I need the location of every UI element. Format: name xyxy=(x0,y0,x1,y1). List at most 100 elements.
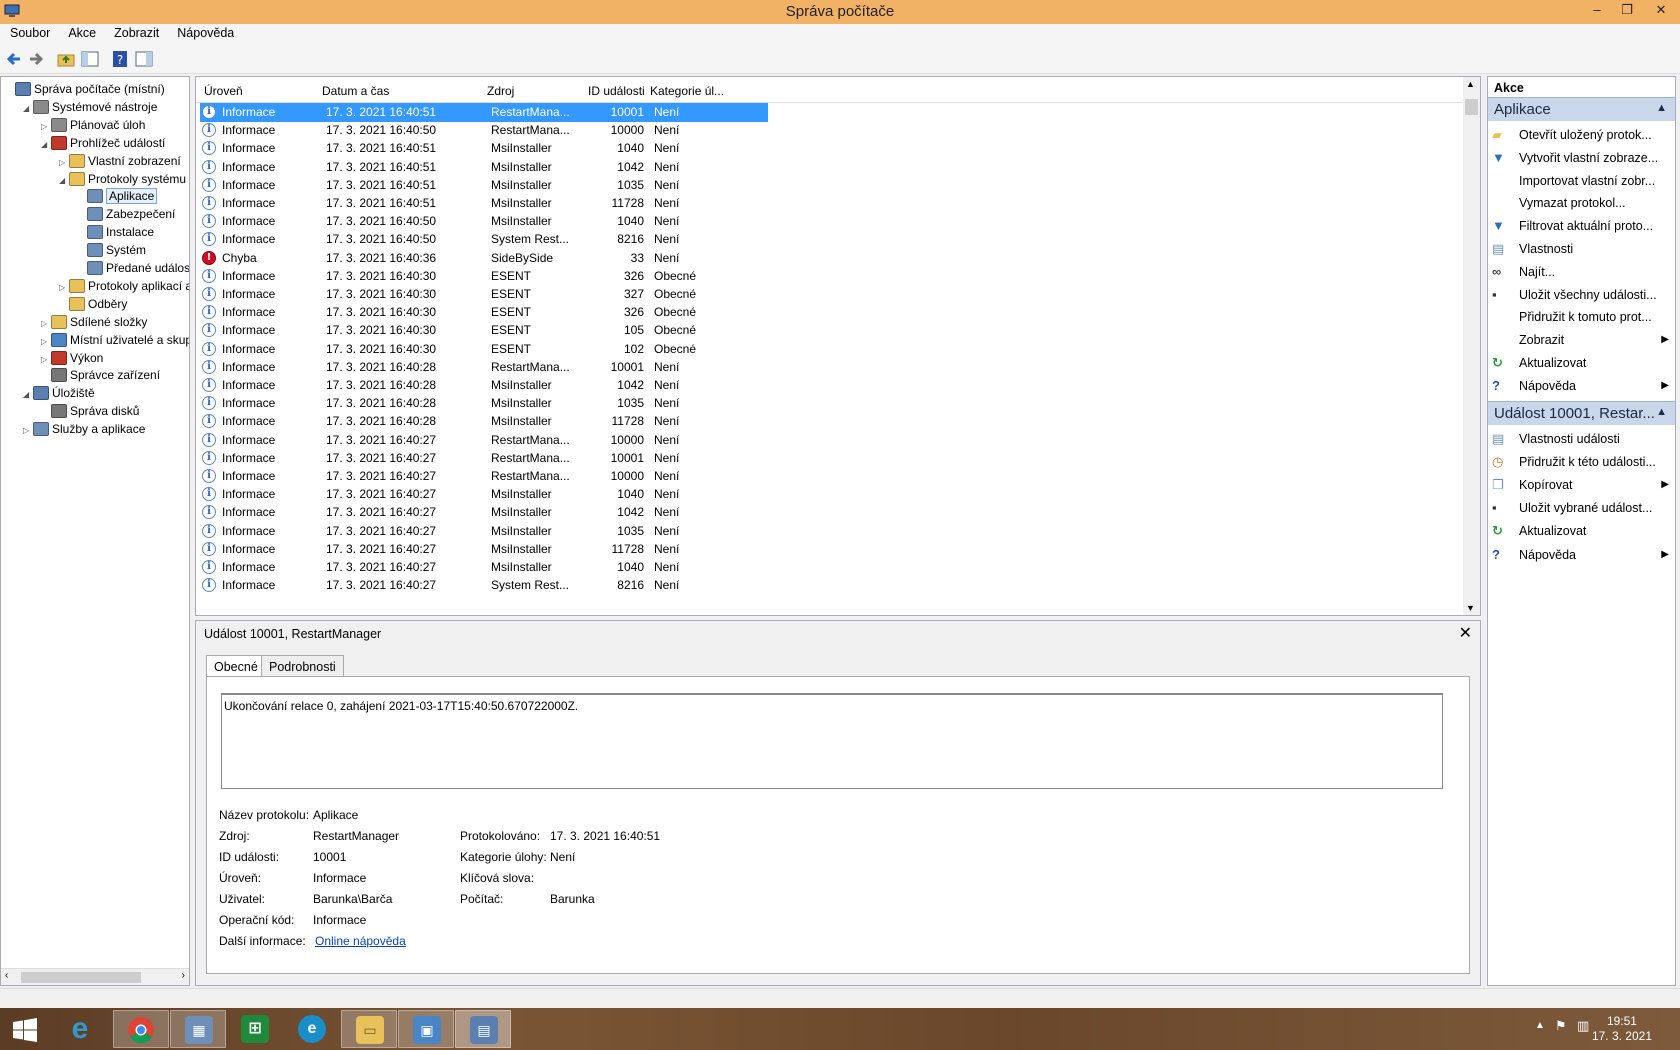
table-row[interactable]: i Informace 17. 3. 2021 16:40:28 RestartMan… xyxy=(200,358,768,377)
table-row[interactable]: i Informace 17. 3. 2021 16:40:28 MsiInstall… xyxy=(200,412,768,431)
tree-node[interactable]: Systém xyxy=(77,241,146,259)
tree-node[interactable]: ▷ Služby a aplikace xyxy=(23,420,145,438)
tree-node[interactable]: ◢ Protokoly systému W xyxy=(59,170,189,190)
tree-node[interactable]: Odběry xyxy=(59,295,127,313)
action-item[interactable]: ? Nápověda ▶ xyxy=(1488,375,1675,397)
show-hide-tree-icon[interactable] xyxy=(80,49,100,69)
action-item[interactable]: ? Nápověda ▶ xyxy=(1488,544,1675,566)
table-row[interactable]: i Informace 17. 3. 2021 16:40:50 MsiInstall… xyxy=(200,212,768,231)
table-row[interactable]: i Informace 17. 3. 2021 16:40:27 MsiInstall… xyxy=(200,540,768,559)
tree-node[interactable]: ◢ Úložiště xyxy=(23,384,95,402)
table-row[interactable]: i Informace 17. 3. 2021 16:40:51 MsiInstall… xyxy=(200,158,768,177)
tree-node[interactable]: Správa disků xyxy=(41,402,139,420)
table-row[interactable]: ! Chyba 17. 3. 2021 16:40:36 SideBySide 33 Ne… xyxy=(200,249,768,268)
action-item[interactable]: ❐ Kopírovat ▶ xyxy=(1488,474,1675,496)
expand-toggle-icon[interactable]: ◢ xyxy=(59,172,69,190)
tree-node[interactable]: ▷ Protokoly aplikací a xyxy=(59,277,189,295)
taskbar-internet-explorer[interactable]: e xyxy=(52,1010,108,1048)
action-item[interactable]: ▰ Otevřít uložený protok... xyxy=(1488,124,1675,146)
action-item[interactable]: ◷ Přidružit k této události... xyxy=(1488,451,1675,473)
tree-node[interactable]: ▷ Sdílené složky xyxy=(41,313,147,331)
minimize-button[interactable]: – xyxy=(1584,0,1610,22)
tree-node[interactable]: ▷ Výkon xyxy=(41,349,103,367)
tab-details[interactable]: Podrobnosti xyxy=(261,655,344,677)
taskbar-file-explorer[interactable]: ▭ xyxy=(341,1010,397,1048)
table-row[interactable]: i Informace 17. 3. 2021 16:40:30 ESENT 327 Ob… xyxy=(200,285,768,304)
tree-node[interactable]: ◢ Systémové nástroje xyxy=(23,98,157,116)
action-item[interactable]: ▼ Vytvořit vlastní zobraze... xyxy=(1488,147,1675,169)
online-help-link[interactable]: Online nápověda xyxy=(315,934,406,948)
tree-node[interactable]: Předané událostí xyxy=(77,259,189,277)
restore-button[interactable]: ❐ xyxy=(1614,0,1640,22)
table-row[interactable]: i Informace 17. 3. 2021 16:40:51 MsiInstall… xyxy=(200,139,768,158)
action-item[interactable]: Vymazat protokol... xyxy=(1488,192,1675,214)
action-item[interactable]: ∞ Najít... xyxy=(1488,261,1675,283)
column-task-category[interactable]: Kategorie úl... xyxy=(650,84,724,98)
action-item[interactable]: ▪ Uložit vybrané událost... xyxy=(1488,497,1675,519)
expand-toggle-icon[interactable]: ◢ xyxy=(41,136,51,154)
taskbar-computer-management[interactable]: ▤ xyxy=(455,1010,511,1048)
table-row[interactable]: i Informace 17. 3. 2021 16:40:27 MsiInstall… xyxy=(200,485,768,504)
tree-node[interactable]: ▷ Místní uživatelé a skupir xyxy=(41,331,189,349)
event-description[interactable]: Ukončování relace 0, zahájení 2021-03-17… xyxy=(221,693,1443,789)
table-row[interactable]: i Informace 17. 3. 2021 16:40:27 System Res… xyxy=(200,576,768,595)
action-item[interactable]: Zobrazit ▶ xyxy=(1488,329,1675,351)
menu-help[interactable]: Nápověda xyxy=(167,24,242,40)
table-row[interactable]: i Informace 17. 3. 2021 16:40:27 RestartMan… xyxy=(200,467,768,486)
close-window-button[interactable]: ✕ xyxy=(1646,0,1676,22)
taskbar-edge[interactable]: e xyxy=(284,1010,340,1048)
table-row[interactable]: i Informace 17. 3. 2021 16:40:27 RestartMan… xyxy=(200,431,768,450)
table-row[interactable]: i Informace 17. 3. 2021 16:40:27 RestartMan… xyxy=(200,449,768,468)
tree-node[interactable]: ▷ Plánovač úloh xyxy=(41,116,145,134)
tree-node[interactable]: Zabezpečení xyxy=(77,205,175,223)
column-event-id[interactable]: ID události xyxy=(588,84,645,98)
collapse-icon[interactable]: ▲ xyxy=(1656,406,1667,418)
clock[interactable]: 19:51 17. 3. 2021 xyxy=(1592,1014,1652,1044)
table-row[interactable]: i Informace 17. 3. 2021 16:40:51 RestartMan… xyxy=(200,103,768,122)
back-arrow-icon[interactable] xyxy=(4,49,24,69)
table-row[interactable]: i Informace 17. 3. 2021 16:40:28 MsiInstall… xyxy=(200,376,768,395)
table-row[interactable]: i Informace 17. 3. 2021 16:40:27 MsiInstall… xyxy=(200,503,768,522)
expand-toggle-icon[interactable]: ▷ xyxy=(23,422,33,440)
up-folder-icon[interactable] xyxy=(56,49,76,69)
expand-toggle-icon[interactable]: ◢ xyxy=(23,100,33,118)
taskbar-photos[interactable]: ▣ xyxy=(398,1010,454,1048)
action-item[interactable]: Importovat vlastní zobr... xyxy=(1488,170,1675,192)
expand-toggle-icon[interactable]: ◢ xyxy=(23,386,33,404)
action-item[interactable]: ▤ Vlastnosti xyxy=(1488,238,1675,260)
tree-node[interactable]: Správce zařízení xyxy=(41,366,160,384)
show-hidden-icons-icon[interactable]: ▲ xyxy=(1535,1020,1545,1031)
tree-node[interactable]: Aplikace xyxy=(77,187,158,205)
flag-icon[interactable]: ⚑ xyxy=(1555,1018,1567,1034)
tree-node[interactable]: Správa počítače (místní) xyxy=(5,80,165,98)
table-row[interactable]: i Informace 17. 3. 2021 16:40:30 ESENT 102 Ob… xyxy=(200,340,768,359)
table-row[interactable]: i Informace 17. 3. 2021 16:40:30 ESENT 326 Ob… xyxy=(200,267,768,286)
table-row[interactable]: i Informace 17. 3. 2021 16:40:27 MsiInstall… xyxy=(200,522,768,541)
event-list-vertical-scrollbar[interactable]: ▲ ▼ xyxy=(1463,77,1480,615)
network-icon[interactable]: ▥ xyxy=(1577,1018,1589,1034)
menu-action[interactable]: Akce xyxy=(58,24,104,40)
help-icon[interactable]: ? xyxy=(110,49,130,69)
menu-view[interactable]: Zobrazit xyxy=(104,24,167,40)
table-row[interactable]: i Informace 17. 3. 2021 16:40:50 RestartMan… xyxy=(200,121,768,140)
close-detail-button[interactable]: ✕ xyxy=(1459,623,1472,643)
taskbar-chrome[interactable] xyxy=(113,1010,169,1048)
start-button[interactable] xyxy=(0,1010,56,1048)
table-row[interactable]: i Informace 17. 3. 2021 16:40:51 MsiInstall… xyxy=(200,194,768,213)
action-item[interactable]: ↻ Aktualizovat xyxy=(1488,352,1675,374)
menu-file[interactable]: Soubor xyxy=(0,24,58,40)
actions-section-header[interactable]: Událost 10001, Restar... ▲ xyxy=(1488,400,1675,425)
collapse-icon[interactable]: ▲ xyxy=(1656,102,1667,114)
action-item[interactable]: ▤ Vlastnosti události xyxy=(1488,428,1675,450)
tree-horizontal-scrollbar[interactable]: ‹ › xyxy=(1,968,189,985)
taskbar-control-panel[interactable]: ▦ xyxy=(170,1010,226,1048)
table-row[interactable]: i Informace 17. 3. 2021 16:40:30 ESENT 105 Ob… xyxy=(200,321,768,340)
table-row[interactable]: i Informace 17. 3. 2021 16:40:50 System Res… xyxy=(200,230,768,249)
forward-arrow-icon[interactable] xyxy=(26,49,46,69)
table-row[interactable]: i Informace 17. 3. 2021 16:40:51 MsiInstall… xyxy=(200,176,768,195)
column-date-time[interactable]: Datum a čas xyxy=(322,84,389,98)
action-item[interactable]: ▼ Filtrovat aktuální proto... xyxy=(1488,215,1675,237)
action-item[interactable]: ↻ Aktualizovat xyxy=(1488,520,1675,542)
tree-node[interactable]: ▷ Vlastní zobrazení xyxy=(59,152,181,170)
tree-node[interactable]: ◢ Prohlížeč událostí xyxy=(41,134,165,152)
